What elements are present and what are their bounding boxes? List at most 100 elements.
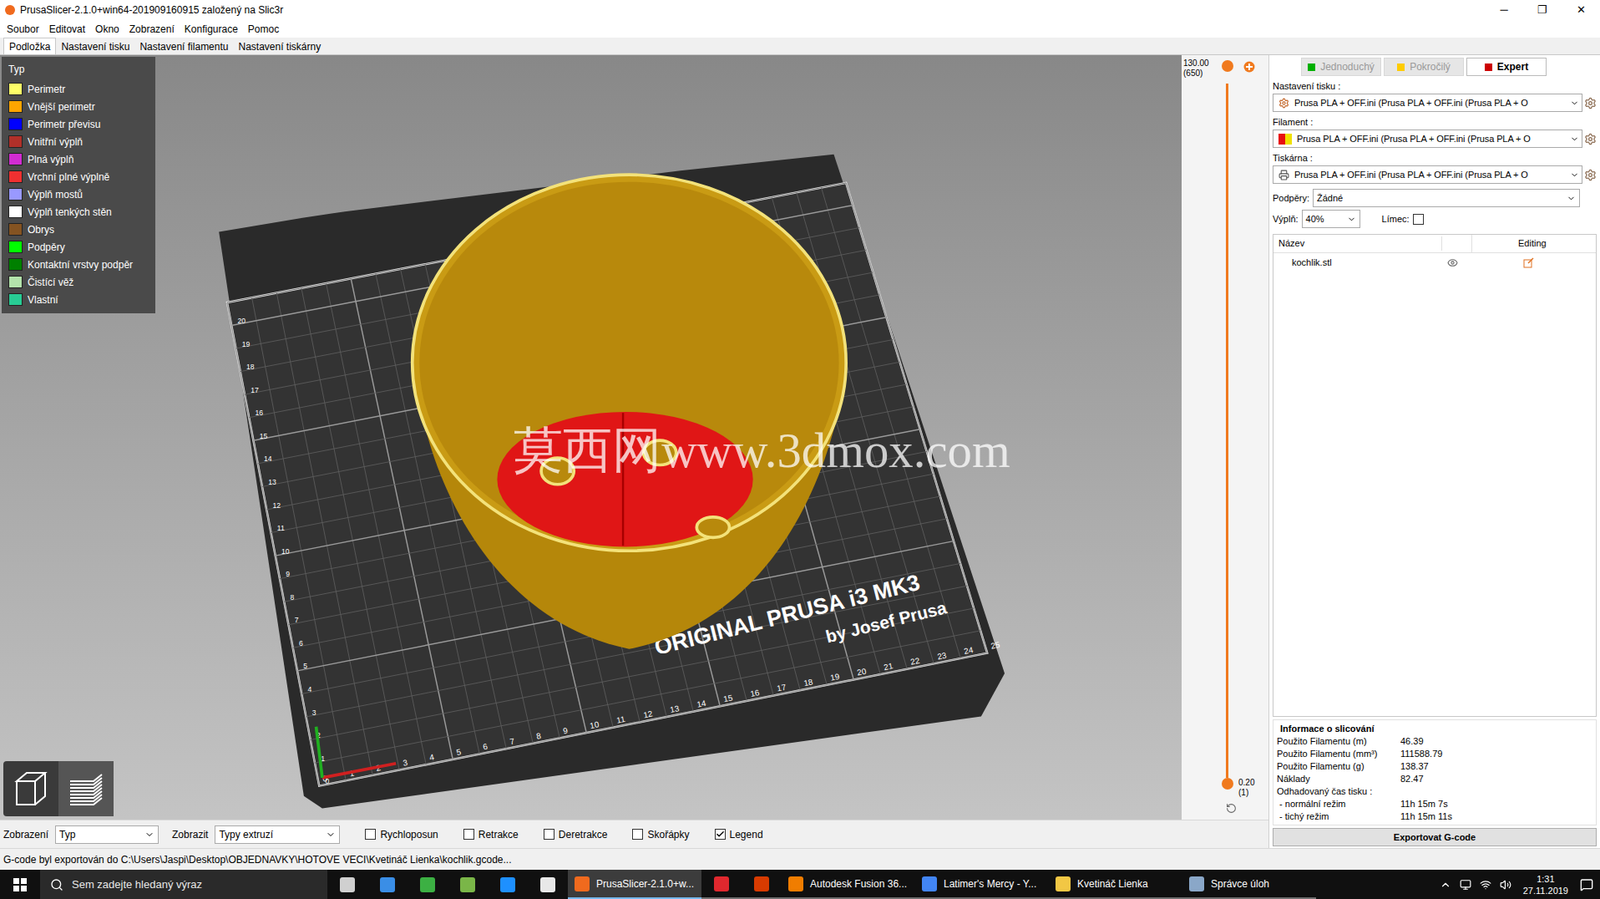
upper-thumb[interactable] — [1221, 60, 1234, 72]
check-icon — [715, 829, 725, 839]
print-bed — [218, 154, 1005, 809]
left-column: 0123456789101112131415161718192021222324… — [0, 55, 1269, 848]
network-icon[interactable] — [1459, 878, 1472, 891]
layers-view-button[interactable] — [58, 760, 114, 816]
tab[interactable]: Podložka — [3, 37, 56, 55]
edit-icon[interactable] — [1523, 257, 1535, 269]
lower-thumb[interactable] — [1221, 777, 1234, 790]
menu-bar: SouborEditovatOknoZobrazeníKonfiguracePo… — [0, 20, 1600, 38]
checkbox[interactable] — [632, 828, 644, 840]
menu-item[interactable]: Pomoc — [243, 21, 284, 37]
view-checkbox[interactable]: Legend — [714, 826, 764, 842]
3d-view-button[interactable] — [3, 760, 59, 816]
menu-item[interactable]: Konfigurace — [179, 21, 244, 37]
x-tick: 23 — [936, 649, 947, 661]
layer-slider[interactable]: 130.00(650)0.20(1) — [1181, 55, 1269, 820]
view-toolbar: ZobrazeníTypZobrazitTypy extruzíRychlopo… — [0, 819, 1269, 848]
tab[interactable]: Nastavení tiskárny — [232, 39, 326, 55]
x-tick: 4 — [428, 751, 436, 762]
notifications-icon[interactable] — [1579, 877, 1594, 892]
preset-combo[interactable]: Prusa PLA + OFF.ini (Prusa PLA + OFF.ini… — [1272, 165, 1583, 184]
preset-combo[interactable]: Prusa PLA + OFF.ini (Prusa PLA + OFF.ini… — [1272, 93, 1583, 112]
app-icon — [1189, 875, 1205, 892]
preset-combo[interactable]: Prusa PLA + OFF.ini (Prusa PLA + OFF.ini… — [1272, 129, 1583, 148]
taskbar-app[interactable]: Správce úloh — [1182, 869, 1317, 899]
bottom-layer-number: (1) — [1238, 787, 1255, 798]
app-icon — [574, 875, 590, 892]
infill-select[interactable]: 40% — [1301, 209, 1361, 228]
add-color-change-icon[interactable] — [1243, 60, 1256, 73]
view-checkbox[interactable]: Rychloposun — [364, 826, 438, 842]
edit-preset-icon[interactable] — [1584, 132, 1597, 146]
checkbox[interactable] — [543, 828, 555, 840]
mode-button[interactable]: Jednoduchý — [1301, 57, 1382, 76]
3d-scene[interactable]: 0123456789101112131415161718192021222324… — [0, 55, 1182, 820]
eye-icon[interactable] — [1447, 257, 1459, 269]
legend-item: Výplň mostů — [8, 185, 149, 203]
view-select[interactable]: Typ — [55, 825, 159, 844]
legend-swatch — [8, 100, 23, 113]
menu-item[interactable]: Editovat — [44, 21, 91, 37]
search-box[interactable]: Sem zadejte hledaný výraz — [40, 869, 328, 899]
mode-button[interactable]: Pokročilý — [1383, 57, 1464, 76]
start-button[interactable] — [0, 869, 41, 899]
supports-select[interactable]: Žádné — [1312, 188, 1580, 208]
menu-item[interactable]: Zobrazení — [124, 21, 180, 37]
app-icon — [1055, 875, 1071, 892]
tab[interactable]: Nastavení tisku — [55, 39, 135, 55]
edit-preset-icon[interactable] — [1584, 96, 1597, 110]
pot-model[interactable] — [412, 174, 846, 649]
mode-button[interactable]: Expert — [1466, 57, 1547, 76]
view-checkbox[interactable]: Deretrakce — [543, 826, 608, 842]
taskbar-app[interactable]: PrusaSlicer-2.1.0+w... — [567, 869, 702, 899]
menu-item[interactable]: Okno — [90, 21, 125, 37]
checkbox[interactable] — [463, 828, 475, 840]
view-checkbox[interactable]: Skořápky — [632, 826, 689, 842]
taskbar-app[interactable] — [741, 869, 782, 899]
volume-icon[interactable] — [1499, 878, 1512, 891]
taskbar-app[interactable] — [701, 869, 742, 899]
viewport[interactable]: 0123456789101112131415161718192021222324… — [0, 55, 1182, 820]
app-icon — [5, 5, 16, 16]
mode-buttons: JednoduchýPokročilýExpert — [1272, 57, 1597, 76]
window-control[interactable]: ❐ — [1523, 1, 1562, 19]
x-tick: 18 — [802, 676, 814, 688]
wifi-icon[interactable] — [1479, 878, 1492, 891]
export-gcode-button[interactable]: Exportovat G-code — [1272, 827, 1597, 846]
view-checkbox[interactable]: Retrakce — [463, 826, 519, 842]
brim-checkbox[interactable] — [1412, 213, 1424, 225]
tab[interactable]: Nastavení filamentu — [134, 39, 233, 55]
taskbar-app[interactable]: Autodesk Fusion 36... — [781, 869, 916, 899]
window-control[interactable]: ✕ — [1561, 1, 1600, 19]
chevron-up-icon[interactable] — [1439, 878, 1452, 891]
y-tick: 4 — [308, 684, 313, 694]
top-layer-number: (650) — [1183, 68, 1222, 79]
pinned-app[interactable] — [367, 869, 408, 899]
pinned-app[interactable] — [527, 869, 568, 899]
checkbox[interactable] — [364, 828, 376, 840]
x-tick: 7 — [508, 735, 515, 746]
clock[interactable]: 1:3127.11.2019 — [1519, 872, 1572, 897]
edit-preset-icon[interactable] — [1584, 168, 1597, 182]
legend-item: Kontaktní vrstvy podpěr — [8, 255, 149, 274]
reset-icon[interactable] — [1225, 802, 1237, 814]
menu-item[interactable]: Soubor — [1, 21, 45, 37]
checkbox[interactable] — [714, 828, 726, 840]
window-control[interactable]: ─ — [1484, 1, 1524, 19]
taskbar-app[interactable]: Latimer's Mercy - Y... — [915, 869, 1049, 899]
legend-item: Perimetr — [8, 80, 149, 98]
pinned-app[interactable] — [447, 869, 488, 899]
legend-swatch — [8, 170, 23, 183]
status-bar: G-code byl exportován do C:\Users\Jaspi\… — [0, 847, 1600, 870]
pinned-app[interactable] — [487, 869, 528, 899]
tab-bar: PodložkaNastavení tiskuNastavení filamen… — [0, 37, 1600, 56]
pinned-app[interactable] — [327, 869, 368, 899]
y-tick: 19 — [242, 339, 251, 349]
pinned-app[interactable] — [407, 869, 448, 899]
show-select[interactable]: Typy extruzí — [214, 825, 340, 844]
slice-info-row: Použito Filamentu (mm³)111588.79 — [1276, 747, 1593, 760]
object-row[interactable]: kochlik.stl — [1273, 253, 1596, 272]
infill-row: Výplň:40%Límec: — [1272, 209, 1597, 228]
printer-icon — [1278, 169, 1290, 181]
taskbar-app[interactable]: Kvetináč Lienka — [1048, 869, 1183, 899]
